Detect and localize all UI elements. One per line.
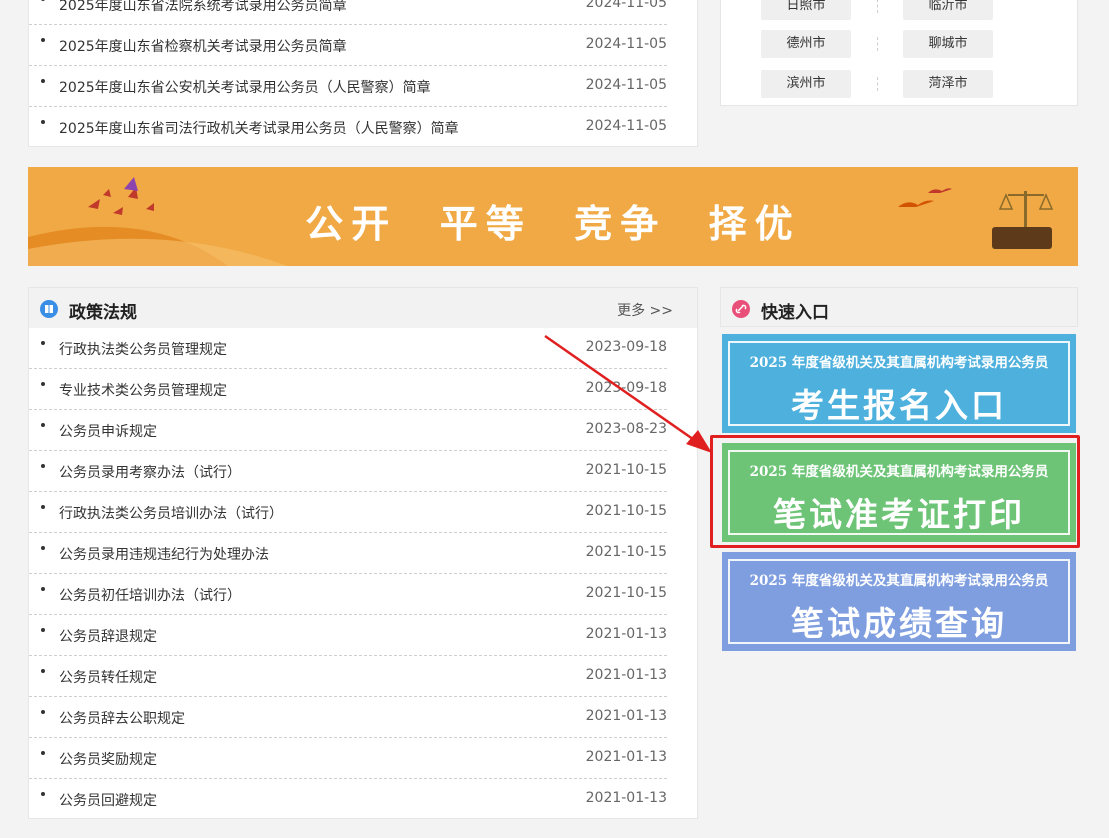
policy-item[interactable]: 公务员申诉规定 2023-08-23 [29, 410, 667, 451]
book-icon [40, 300, 58, 318]
bullet [41, 120, 45, 124]
policy-item-title[interactable]: 公务员录用违规违纪行为处理办法 [59, 544, 269, 564]
bullet [41, 423, 45, 427]
entry-frame: 2025 年度省级机关及其直属机构考试录用公务员 考生报名入口 [728, 341, 1070, 426]
policy-item-date: 2021-10-15 [585, 544, 667, 560]
bullet [41, 628, 45, 632]
policy-item-title[interactable]: 行政执法类公务员管理规定 [59, 339, 227, 359]
policy-item[interactable]: 行政执法类公务员管理规定 2023-09-18 [29, 328, 667, 369]
news-date: 2024-11-05 [585, 77, 667, 93]
bullet [41, 505, 45, 509]
policy-item-title[interactable]: 公务员初任培训办法（试行） [59, 585, 241, 605]
news-panel: 2025年度山东省法院系统考试录用公务员简章 2024-11-05 2025年度… [28, 0, 698, 147]
policy-item-title[interactable]: 公务员回避规定 [59, 790, 157, 810]
bullet [41, 79, 45, 83]
policy-item-date: 2021-10-15 [585, 585, 667, 601]
policy-item-date: 2023-09-18 [585, 339, 667, 355]
policy-item[interactable]: 公务员初任培训办法（试行） 2021-10-15 [29, 574, 667, 615]
bullet [41, 587, 45, 591]
policy-item-title[interactable]: 公务员转任规定 [59, 667, 157, 687]
divider [877, 37, 878, 51]
policy-item[interactable]: 公务员辞去公职规定 2021-01-13 [29, 697, 667, 738]
news-title[interactable]: 2025年度山东省检察机关考试录用公务员简章 [59, 36, 347, 56]
policy-item-date: 2021-01-13 [585, 667, 667, 683]
policy-item-date: 2023-09-18 [585, 380, 667, 396]
bullet [41, 546, 45, 550]
policy-item[interactable]: 专业技术类公务员管理规定 2023-09-18 [29, 369, 667, 410]
policy-item[interactable]: 公务员辞退规定 2021-01-13 [29, 615, 667, 656]
news-title[interactable]: 2025年度山东省法院系统考试录用公务员简章 [59, 0, 347, 15]
policy-panel: 政策法规 更多 >> 行政执法类公务员管理规定 2023-09-18 专业技术类公务… [28, 287, 698, 819]
policy-item-date: 2021-01-13 [585, 626, 667, 642]
policy-title: 政策法规 [69, 303, 137, 323]
city-button[interactable]: 滨州市 [761, 70, 851, 98]
news-item[interactable]: 2025年度山东省法院系统考试录用公务员简章 2024-11-05 [29, 0, 667, 25]
entry-label: 考生报名入口 [791, 386, 1007, 425]
city-button[interactable]: 聊城市 [903, 30, 993, 58]
policy-item[interactable]: 行政执法类公务员培训办法（试行） 2021-10-15 [29, 492, 667, 533]
news-date: 2024-11-05 [585, 0, 667, 11]
highlight-box [710, 435, 1080, 548]
news-title[interactable]: 2025年度山东省公安机关考试录用公务员（人民警察）简章 [59, 77, 431, 97]
slogan-banner: 公开 平等 竞争 择优 [28, 167, 1078, 266]
policy-item-title[interactable]: 专业技术类公务员管理规定 [59, 380, 227, 400]
policy-item-date: 2023-08-23 [585, 421, 667, 437]
entry-label: 笔试成绩查询 [791, 604, 1007, 643]
more-link[interactable]: 更多 >> [617, 300, 673, 320]
score-query-entry[interactable]: 2025 年度省级机关及其直属机构考试录用公务员 笔试成绩查询 [722, 552, 1076, 651]
policy-item-title[interactable]: 公务员辞退规定 [59, 626, 157, 646]
city-button[interactable]: 德州市 [761, 30, 851, 58]
policy-item-title[interactable]: 公务员录用考察办法（试行） [59, 462, 241, 482]
entry-frame: 2025 年度省级机关及其直属机构考试录用公务员 笔试成绩查询 [728, 559, 1070, 644]
policy-item-date: 2021-10-15 [585, 503, 667, 519]
policy-item-date: 2021-01-13 [585, 790, 667, 806]
quick-header: 快速入口 [720, 287, 1078, 327]
policy-item-title[interactable]: 公务员奖励规定 [59, 749, 157, 769]
policy-item-title[interactable]: 行政执法类公务员培训办法（试行） [59, 503, 283, 523]
bullet [41, 710, 45, 714]
bullet [41, 382, 45, 386]
city-button[interactable]: 菏泽市 [903, 70, 993, 98]
link-icon [732, 300, 750, 318]
quick-title: 快速入口 [761, 303, 829, 323]
news-item[interactable]: 2025年度山东省公安机关考试录用公务员（人民警察）简章 2024-11-05 [29, 66, 667, 107]
bullet [41, 792, 45, 796]
policy-item[interactable]: 公务员回避规定 2021-01-13 [29, 779, 667, 820]
policy-header: 政策法规 更多 >> [29, 288, 697, 328]
policy-item-date: 2021-01-13 [585, 708, 667, 724]
policy-item[interactable]: 公务员录用考察办法（试行） 2021-10-15 [29, 451, 667, 492]
bullet [41, 751, 45, 755]
policy-item-date: 2021-10-15 [585, 462, 667, 478]
bullet [41, 669, 45, 673]
policy-item[interactable]: 公务员奖励规定 2021-01-13 [29, 738, 667, 779]
signup-entry[interactable]: 2025 年度省级机关及其直属机构考试录用公务员 考生报名入口 [722, 334, 1076, 433]
policy-item[interactable]: 公务员转任规定 2021-01-13 [29, 656, 667, 697]
news-item[interactable]: 2025年度山东省检察机关考试录用公务员简章 2024-11-05 [29, 25, 667, 66]
news-title[interactable]: 2025年度山东省司法行政机关考试录用公务员（人民警察）简章 [59, 118, 459, 138]
policy-item[interactable]: 公务员录用违规违纪行为处理办法 2021-10-15 [29, 533, 667, 574]
news-date: 2024-11-05 [585, 118, 667, 134]
bullet [41, 0, 45, 1]
divider [877, 0, 878, 13]
policy-item-title[interactable]: 公务员申诉规定 [59, 421, 157, 441]
entry-subtitle: 2025 年度省级机关及其直属机构考试录用公务员 [749, 355, 1049, 371]
policy-item-date: 2021-01-13 [585, 749, 667, 765]
city-button[interactable]: 临沂市 [903, 0, 993, 20]
entry-subtitle: 2025 年度省级机关及其直属机构考试录用公务员 [749, 573, 1049, 589]
bullet [41, 464, 45, 468]
city-button[interactable]: 日照市 [761, 0, 851, 20]
divider [877, 77, 878, 91]
bullet [41, 341, 45, 345]
banner-slogan: 公开 平等 竞争 择优 [305, 202, 801, 246]
news-item[interactable]: 2025年度山东省司法行政机关考试录用公务员（人民警察）简章 2024-11-0… [29, 107, 667, 148]
city-panel: 日照市 临沂市 德州市 聊城市 滨州市 菏泽市 [720, 0, 1078, 106]
bullet [41, 38, 45, 42]
news-date: 2024-11-05 [585, 36, 667, 52]
policy-item-title[interactable]: 公务员辞去公职规定 [59, 708, 185, 728]
